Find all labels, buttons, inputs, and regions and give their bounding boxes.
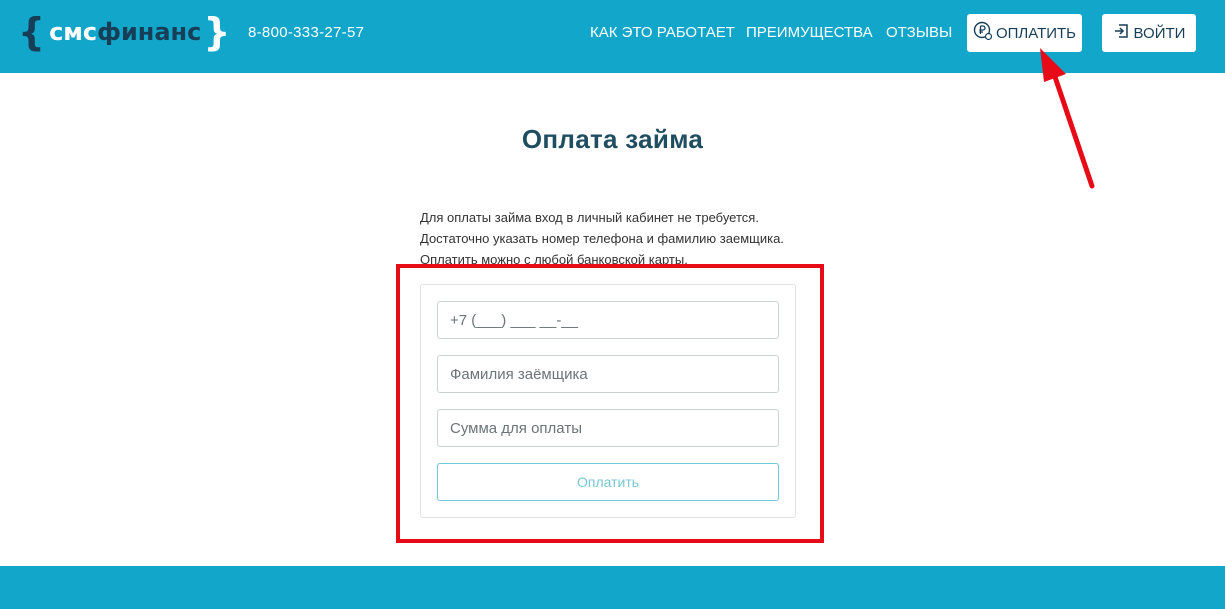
description-line: Достаточно указать номер телефона и фами… (420, 231, 784, 246)
header-login-button[interactable]: ВОЙТИ (1102, 14, 1196, 52)
annotation-arrow (1040, 48, 1095, 189)
logo-word-light: смс (49, 18, 98, 46)
header-phone[interactable]: 8-800-333-27-57 (248, 24, 364, 41)
nav-reviews[interactable]: ОТЗЫВЫ (886, 24, 952, 41)
header-pay-label: ОПЛАТИТЬ (995, 24, 1077, 42)
login-icon (1113, 22, 1131, 44)
site-footer (0, 566, 1225, 609)
annotation-highlight-frame (396, 264, 824, 543)
logo-open-brace: { (18, 10, 46, 54)
logo[interactable]: { смс финанс } (18, 12, 230, 52)
nav-advantages[interactable]: ПРЕИМУЩЕСТВА (746, 24, 873, 41)
page-title: Оплата займа (521, 124, 704, 154)
logo-close-brace: } (203, 10, 231, 54)
nav-how-it-works[interactable]: КАК ЭТО РАБОТАЕТ (590, 24, 735, 41)
description-line: Для оплаты займа вход в личный кабинет н… (420, 210, 759, 225)
ruble-coin-icon (973, 21, 993, 45)
header-login-label: ВОЙТИ (1133, 24, 1186, 42)
logo-word-dark: финанс (97, 18, 202, 46)
payment-description: Для оплаты займа вход в личный кабинет н… (420, 207, 784, 270)
